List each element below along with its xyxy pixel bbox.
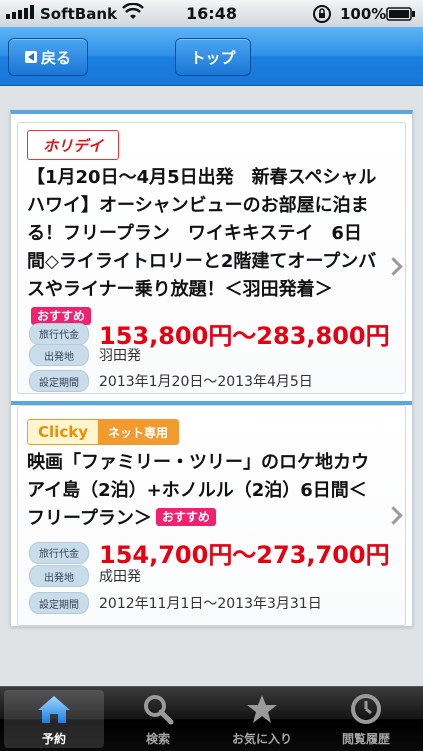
tour-title: 映画「ファミリー・ツリー」のロケ地カウアイ島（2泊）+ホノルル（2泊）6日間＜フ… bbox=[27, 449, 377, 533]
price-label: 旅行代金 bbox=[29, 541, 89, 564]
tab-label: 予約 bbox=[41, 732, 66, 746]
departure-value: 羽田発 bbox=[99, 348, 141, 364]
rotation-lock-icon bbox=[313, 5, 331, 23]
departure-value: 成田発 bbox=[99, 569, 141, 585]
tour-title-text: 【1月20日～4月5日出発 新春スペシャルハワイ】オーシャンビューのお部屋に泊ま… bbox=[27, 167, 377, 300]
recommend-badge: おすすめ bbox=[155, 508, 216, 526]
period-row: 設定期間 2012年11月1日～2013年3月31日 bbox=[29, 592, 322, 614]
status-bar: SoftBank 16:48 100% bbox=[0, 0, 423, 27]
departure-label: 出発地 bbox=[29, 565, 89, 587]
net-only-label: ネット専用 bbox=[98, 420, 178, 444]
period-row: 設定期間 2013年1月20日～2013年4月5日 bbox=[29, 370, 313, 392]
departure-row: 出発地 成田発 bbox=[29, 565, 141, 587]
tour-card[interactable]: ホリデイ 【1月20日～4月5日出発 新春スペシャルハワイ】オーシャンビューのお… bbox=[11, 122, 412, 394]
clock-icon bbox=[351, 694, 381, 724]
tab-history[interactable]: 閲覧履歴 bbox=[316, 690, 416, 748]
battery-icon bbox=[386, 7, 415, 21]
tour-card[interactable]: Clicky ネット専用 映画「ファミリー・ツリー」のロケ地カウアイ島（2泊）+… bbox=[11, 401, 412, 626]
star-icon bbox=[247, 695, 277, 723]
holiday-logo: ホリデイ bbox=[27, 130, 119, 160]
battery-percent: 100% bbox=[340, 5, 387, 23]
tab-search[interactable]: 検索 bbox=[108, 690, 208, 748]
tab-label: 閲覧履歴 bbox=[341, 732, 390, 746]
navigation-bar: 戻る トップ bbox=[0, 27, 423, 86]
tab-bar: 予約 検索 お気に入り 閲覧履歴 bbox=[0, 686, 423, 751]
search-icon bbox=[144, 695, 174, 725]
tab-label: お気に入り bbox=[231, 732, 292, 746]
back-button-label: 戻る bbox=[40, 48, 71, 67]
departure-row: 出発地 羽田発 bbox=[29, 344, 141, 366]
period-value: 2012年11月1日～2013年3月31日 bbox=[99, 596, 322, 612]
tab-reserve[interactable]: 予約 bbox=[4, 690, 104, 748]
top-button[interactable]: トップ bbox=[175, 38, 251, 76]
price-value: 153,800円～283,800円 bbox=[99, 322, 390, 350]
tab-label: 検索 bbox=[145, 732, 170, 746]
tour-title: 【1月20日～4月5日出発 新春スペシャルハワイ】オーシャンビューのお部屋に泊ま… bbox=[27, 164, 377, 332]
clicky-logo-text: Clicky bbox=[28, 420, 98, 444]
back-button[interactable]: 戻る bbox=[8, 38, 88, 76]
period-value: 2013年1月20日～2013年4月5日 bbox=[99, 374, 313, 390]
price-label: 旅行代金 bbox=[29, 322, 89, 345]
back-arrow-icon bbox=[24, 51, 37, 63]
period-label: 設定期間 bbox=[29, 370, 89, 392]
departure-label: 出発地 bbox=[29, 344, 89, 366]
clicky-logo: Clicky ネット専用 bbox=[27, 419, 179, 445]
tab-favorites[interactable]: お気に入り bbox=[212, 690, 312, 748]
home-icon bbox=[38, 696, 70, 723]
period-label: 設定期間 bbox=[29, 592, 89, 614]
price-value: 154,700円～273,700円 bbox=[99, 541, 390, 569]
tour-list: ホリデイ 【1月20日～4月5日出発 新春スペシャルハワイ】オーシャンビューのお… bbox=[10, 110, 413, 627]
top-button-label: トップ bbox=[190, 48, 236, 67]
